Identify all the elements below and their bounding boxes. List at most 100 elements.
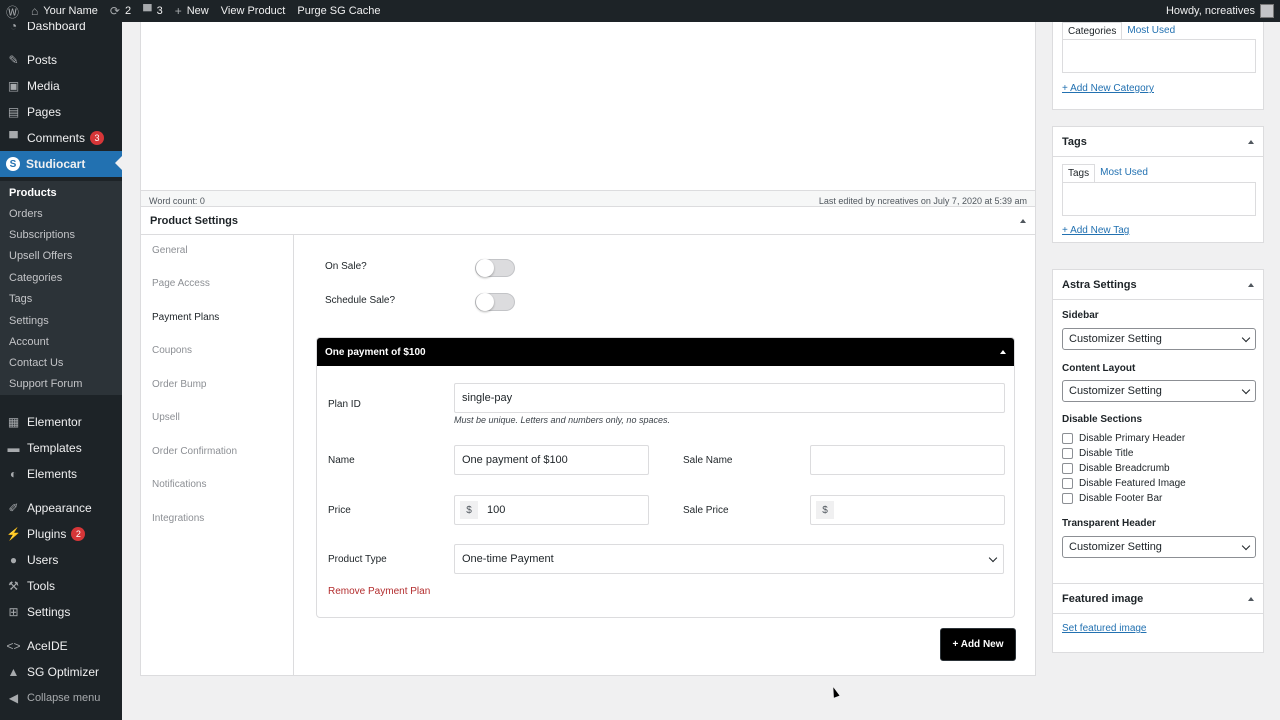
last-edited: Last edited by ncreatives on July 7, 202… bbox=[818, 196, 1027, 206]
submenu-upsell-offers[interactable]: Upsell Offers bbox=[9, 250, 72, 262]
tab-integrations[interactable]: Integrations bbox=[152, 513, 204, 524]
collapse-menu-button[interactable]: ◀ Collapse menu bbox=[0, 686, 122, 710]
submenu-orders[interactable]: Orders bbox=[9, 208, 43, 220]
content-layout-select[interactable]: Customizer Setting bbox=[1062, 380, 1256, 402]
sale-name-input[interactable] bbox=[810, 445, 1005, 475]
add-new-category-link[interactable]: + Add New Category bbox=[1062, 83, 1154, 94]
categories-panel: Categories Most Used + Add New Category bbox=[1052, 12, 1264, 110]
menu-elementor[interactable]: ▦ Elementor bbox=[0, 410, 122, 434]
tab-page-access[interactable]: Page Access bbox=[152, 278, 210, 289]
menu-templates[interactable]: ▬ Templates bbox=[0, 436, 122, 460]
tab-payment-plans[interactable]: Payment Plans bbox=[152, 312, 219, 323]
plan-id-label: Plan ID bbox=[328, 399, 361, 410]
menu-media[interactable]: ▣ Media bbox=[0, 74, 122, 98]
tab-tags[interactable]: Tags bbox=[1062, 164, 1096, 183]
wordpress-logo-icon[interactable]: Ⓦ bbox=[0, 0, 25, 22]
disable-breadcrumb-option[interactable]: Disable Breadcrumb bbox=[1062, 463, 1170, 474]
collapse-arrow-icon[interactable] bbox=[1000, 350, 1006, 354]
checkbox[interactable] bbox=[1062, 493, 1073, 504]
content-editor[interactable] bbox=[140, 22, 1036, 192]
checkbox[interactable] bbox=[1062, 463, 1073, 474]
product-type-select[interactable]: One-time Payment bbox=[454, 544, 1004, 574]
menu-studiocart[interactable]: S Studiocart bbox=[0, 151, 122, 177]
updates-link[interactable]: ⟳ 2 bbox=[104, 0, 137, 22]
menu-users[interactable]: ● Users bbox=[0, 548, 122, 572]
checkbox[interactable] bbox=[1062, 478, 1073, 489]
checkbox[interactable] bbox=[1062, 433, 1073, 444]
tab-tags-most-used[interactable]: Most Used bbox=[1095, 164, 1153, 183]
site-name-link[interactable]: ⌂ Your Name bbox=[25, 0, 104, 22]
disable-footer-bar-option[interactable]: Disable Footer Bar bbox=[1062, 493, 1162, 504]
menu-pages[interactable]: ▤ Pages bbox=[0, 100, 122, 124]
submenu-categories[interactable]: Categories bbox=[9, 272, 62, 284]
product-settings-header[interactable]: Product Settings bbox=[141, 207, 1035, 235]
submenu-settings[interactable]: Settings bbox=[9, 315, 49, 327]
tab-upsell[interactable]: Upsell bbox=[152, 412, 180, 423]
submenu-tags[interactable]: Tags bbox=[9, 293, 32, 305]
add-new-tag-link[interactable]: + Add New Tag bbox=[1062, 225, 1129, 236]
featured-image-header[interactable]: Featured image bbox=[1053, 584, 1263, 614]
sale-name-label: Sale Name bbox=[683, 455, 733, 466]
chevron-down-icon bbox=[1241, 385, 1251, 394]
submenu-support-forum[interactable]: Support Forum bbox=[9, 378, 82, 390]
disable-primary-header-option[interactable]: Disable Primary Header bbox=[1062, 433, 1185, 444]
tab-notifications[interactable]: Notifications bbox=[152, 479, 206, 490]
menu-settings[interactable]: ⊞ Settings bbox=[0, 600, 122, 624]
plan-id-input[interactable]: single-pay bbox=[454, 383, 1005, 413]
home-icon: ⌂ bbox=[31, 4, 39, 18]
account-menu[interactable]: Howdy, ncreatives bbox=[1160, 0, 1280, 22]
product-settings-tabs: General Page Access Payment Plans Coupon… bbox=[141, 235, 294, 676]
disable-featured-image-option[interactable]: Disable Featured Image bbox=[1062, 478, 1186, 489]
collapse-arrow-icon[interactable] bbox=[1248, 596, 1254, 601]
payment-plan-title: One payment of $100 bbox=[325, 346, 426, 358]
schedule-sale-toggle[interactable] bbox=[475, 293, 515, 311]
menu-tools[interactable]: ⚒ Tools bbox=[0, 574, 122, 598]
menu-sg-optimizer[interactable]: ▲ SG Optimizer bbox=[0, 660, 122, 684]
submenu-subscriptions[interactable]: Subscriptions bbox=[9, 229, 75, 241]
comment-icon: ▀ bbox=[143, 4, 152, 18]
plus-icon: + bbox=[174, 4, 182, 18]
name-input[interactable]: One payment of $100 bbox=[454, 445, 649, 475]
payment-plan-header[interactable]: One payment of $100 bbox=[317, 338, 1014, 366]
view-product-link[interactable]: View Product bbox=[215, 0, 292, 22]
submenu-contact-us[interactable]: Contact Us bbox=[9, 357, 63, 369]
on-sale-toggle[interactable] bbox=[475, 259, 515, 277]
comments-link[interactable]: ▀ 3 bbox=[137, 0, 169, 22]
avatar bbox=[1260, 4, 1274, 18]
menu-posts[interactable]: ✎ Posts bbox=[0, 48, 122, 72]
sidebar-select[interactable]: Customizer Setting bbox=[1062, 328, 1256, 350]
menu-aceide[interactable]: <> AceIDE bbox=[0, 634, 122, 658]
tab-coupons[interactable]: Coupons bbox=[152, 345, 192, 356]
submenu-products[interactable]: Products bbox=[9, 187, 57, 199]
schedule-sale-label: Schedule Sale? bbox=[325, 295, 396, 306]
checkbox[interactable] bbox=[1062, 448, 1073, 459]
chevron-down-icon bbox=[1241, 333, 1251, 342]
menu-plugins[interactable]: ⚡ Plugins 2 bbox=[0, 522, 122, 546]
astra-settings-header[interactable]: Astra Settings bbox=[1053, 270, 1263, 300]
main-content: Word count: 0 Last edited by ncreatives … bbox=[122, 22, 1040, 720]
purge-cache-link[interactable]: Purge SG Cache bbox=[291, 0, 386, 22]
collapse-arrow-icon[interactable] bbox=[1020, 218, 1026, 223]
set-featured-image-link[interactable]: Set featured image bbox=[1062, 623, 1147, 634]
menu-appearance[interactable]: ✐ Appearance bbox=[0, 496, 122, 520]
tab-order-bump[interactable]: Order Bump bbox=[152, 379, 206, 390]
page-icon: ▤ bbox=[7, 105, 20, 119]
menu-elements[interactable]: ◐ Elements bbox=[0, 462, 122, 486]
add-new-plan-button[interactable]: + Add New bbox=[940, 628, 1016, 661]
name-label: Name bbox=[328, 455, 355, 466]
sale-price-input[interactable]: $ bbox=[810, 495, 1005, 525]
collapse-arrow-icon[interactable] bbox=[1248, 282, 1254, 287]
tab-general[interactable]: General bbox=[152, 245, 188, 256]
tab-order-confirmation[interactable]: Order Confirmation bbox=[152, 446, 237, 457]
tags-panel-header[interactable]: Tags bbox=[1053, 127, 1263, 157]
transparent-header-select[interactable]: Customizer Setting bbox=[1062, 536, 1256, 558]
submenu-account[interactable]: Account bbox=[9, 336, 49, 348]
price-input[interactable]: $100 bbox=[454, 495, 649, 525]
collapse-arrow-icon[interactable] bbox=[1248, 139, 1254, 144]
remove-payment-plan-link[interactable]: Remove Payment Plan bbox=[328, 586, 430, 597]
pin-icon: ✎ bbox=[8, 53, 19, 67]
disable-title-option[interactable]: Disable Title bbox=[1062, 448, 1133, 459]
settings-icon: ⊞ bbox=[8, 605, 19, 619]
menu-comments[interactable]: ▀ Comments 3 bbox=[0, 126, 122, 150]
new-content-link[interactable]: + New bbox=[169, 0, 215, 22]
